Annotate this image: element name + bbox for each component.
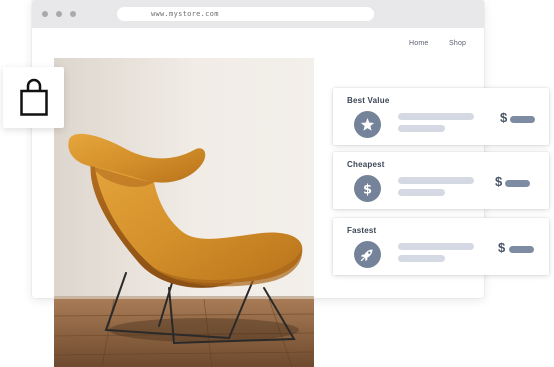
placeholder-line — [398, 177, 474, 184]
shopping-bag-icon — [20, 78, 48, 116]
window-dot-close[interactable] — [42, 11, 48, 17]
nav-link-shop[interactable]: Shop — [449, 40, 466, 47]
product-image — [54, 58, 314, 367]
dollar-icon: $ — [354, 175, 381, 202]
price-symbol: $ — [495, 174, 503, 189]
price-symbol: $ — [500, 110, 508, 125]
window-dot-minimize[interactable] — [56, 11, 62, 17]
svg-text:$: $ — [363, 183, 372, 198]
placeholder-line — [398, 243, 474, 250]
shopping-bag-card[interactable] — [3, 67, 64, 128]
url-bar[interactable]: www.mystore.com — [117, 7, 374, 21]
option-title: Cheapest — [347, 160, 385, 169]
nav-link-home[interactable]: Home — [409, 40, 428, 47]
rocket-icon — [354, 241, 381, 268]
star-icon — [354, 111, 381, 138]
placeholder-line — [398, 189, 445, 196]
window-dot-maximize[interactable] — [70, 11, 76, 17]
browser-chrome: www.mystore.com — [32, 0, 484, 28]
option-card-cheapest[interactable]: Cheapest $ $ — [333, 152, 549, 209]
placeholder-line — [398, 255, 445, 262]
price-placeholder — [505, 180, 530, 187]
option-card-fastest[interactable]: Fastest $ — [333, 218, 549, 275]
price-symbol: $ — [498, 240, 506, 255]
option-card-best-value[interactable]: Best Value $ — [333, 88, 549, 145]
placeholder-line — [398, 113, 474, 120]
placeholder-line — [398, 125, 445, 132]
price-placeholder — [510, 116, 535, 123]
option-title: Fastest — [347, 226, 377, 235]
option-title: Best Value — [347, 96, 390, 105]
price-placeholder — [509, 246, 534, 253]
